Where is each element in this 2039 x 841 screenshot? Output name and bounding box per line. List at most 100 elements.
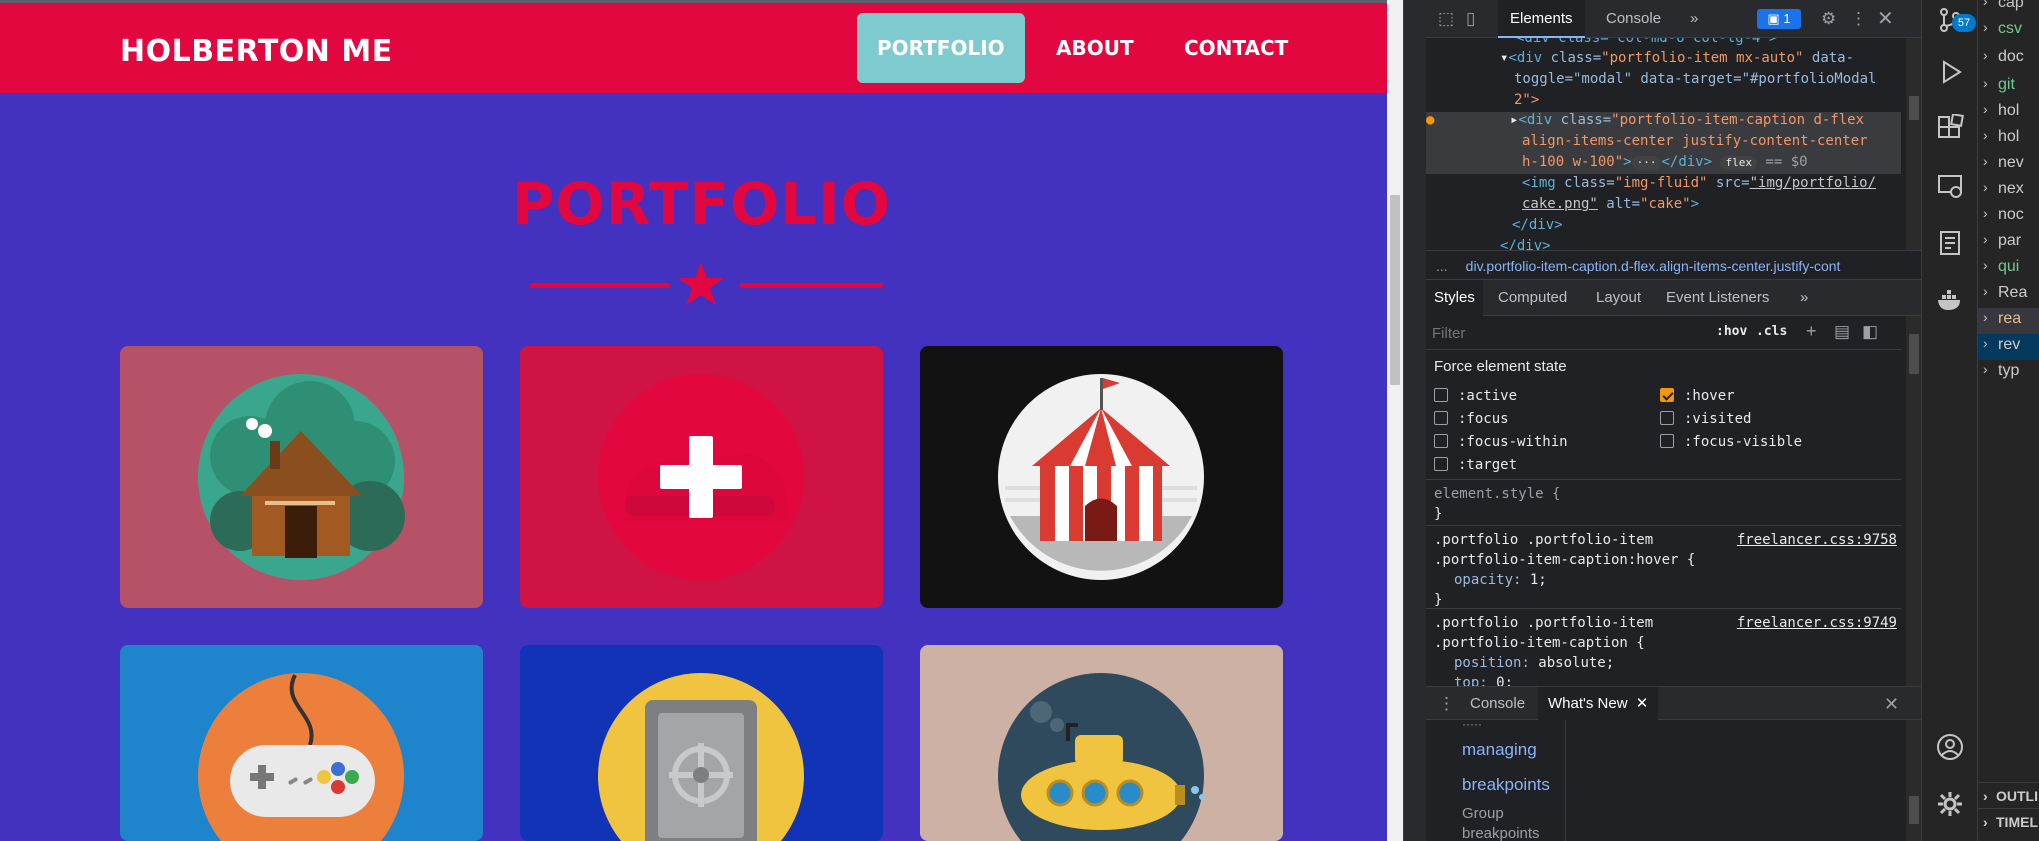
testing-icon[interactable] bbox=[1936, 228, 1964, 256]
chevron-right-icon[interactable]: › bbox=[1983, 283, 1988, 299]
explorer-item[interactable]: rev bbox=[1998, 336, 2020, 354]
whats-new-item[interactable]: breakpoints bbox=[1462, 824, 1540, 841]
cls-toggle[interactable]: .cls bbox=[1756, 324, 1787, 339]
css-declaration[interactable]: position: absolute; bbox=[1434, 653, 1893, 673]
chevron-right-icon[interactable]: › bbox=[1983, 309, 1988, 325]
issues-badge[interactable]: ▣ 1 bbox=[1757, 9, 1801, 29]
portfolio-card-game[interactable] bbox=[120, 645, 483, 841]
state-focus-checkbox[interactable]: :focus bbox=[1434, 410, 1509, 428]
add-rule-icon[interactable]: + bbox=[1806, 322, 1817, 340]
drawer-scrollbar-thumb[interactable] bbox=[1909, 796, 1919, 824]
code-line[interactable]: cake.png" alt="cake"> bbox=[1522, 194, 1699, 215]
explorer-item[interactable]: Rea bbox=[1998, 284, 2027, 302]
portfolio-card-circus[interactable] bbox=[920, 346, 1283, 608]
code-line[interactable]: ▸<div class="portfolio-item-caption d-fl… bbox=[1510, 110, 1864, 131]
explorer-item[interactable]: doc bbox=[1998, 48, 2024, 66]
flex-badge[interactable]: flex bbox=[1720, 156, 1757, 170]
state-focus-within-checkbox[interactable]: :focus-within bbox=[1434, 433, 1568, 451]
explorer-item[interactable]: noc bbox=[1998, 206, 2024, 224]
breadcrumb-overflow[interactable]: ... bbox=[1436, 258, 1448, 274]
toggle-sidebar-icon[interactable]: ◧ bbox=[1862, 323, 1878, 340]
whats-new-link[interactable]: breakpoints bbox=[1462, 775, 1550, 795]
portfolio-card-safe[interactable] bbox=[520, 645, 883, 841]
tab-computed[interactable]: Computed bbox=[1490, 280, 1575, 316]
close-drawer-icon[interactable]: ✕ bbox=[1884, 695, 1899, 713]
nav-about[interactable]: ABOUT bbox=[1036, 13, 1154, 83]
chevron-right-icon[interactable]: › bbox=[1983, 231, 1988, 247]
tab-event-listeners[interactable]: Event Listeners bbox=[1658, 280, 1777, 316]
tab-styles[interactable]: Styles bbox=[1426, 280, 1483, 316]
code-line[interactable]: toggle="modal" data-target="#portfolioMo… bbox=[1514, 69, 1876, 90]
code-line[interactable]: h-100 w-100"> ··· </div> flex == $0 bbox=[1522, 152, 1808, 173]
breadcrumb-item[interactable]: div.portfolio-item-caption.d-flex.align-… bbox=[1466, 258, 1841, 274]
extensions-icon[interactable] bbox=[1936, 114, 1964, 142]
chevron-right-icon[interactable]: › bbox=[1983, 75, 1988, 91]
explorer-item[interactable]: par bbox=[1998, 232, 2021, 250]
drawer-tab-whats-new[interactable]: What's New ✕ bbox=[1538, 687, 1659, 721]
close-tab-icon[interactable]: ✕ bbox=[1636, 695, 1649, 712]
drawer-tab-console[interactable]: Console bbox=[1460, 687, 1535, 721]
kebab-menu-icon[interactable]: ⋮ bbox=[1850, 10, 1867, 27]
src-link[interactable]: "img/portfolio/ bbox=[1750, 175, 1876, 191]
code-line[interactable]: <img class="img-fluid" src="img/portfoli… bbox=[1522, 173, 1876, 194]
chevron-right-icon[interactable]: › bbox=[1983, 179, 1988, 195]
code-line[interactable]: </div> bbox=[1500, 236, 1551, 250]
nav-contact[interactable]: CONTACT bbox=[1164, 13, 1308, 83]
remote-explorer-icon[interactable] bbox=[1936, 172, 1964, 200]
close-devtools-icon[interactable]: ✕ bbox=[1877, 9, 1894, 29]
explorer-item[interactable]: cap bbox=[1998, 0, 2024, 12]
src-link[interactable]: cake.png" bbox=[1522, 196, 1598, 212]
settings-gear-icon[interactable]: ⚙ bbox=[1821, 10, 1836, 27]
styles-scrollbar-thumb[interactable] bbox=[1909, 334, 1919, 374]
chevron-right-icon[interactable]: › bbox=[1983, 0, 1988, 9]
state-active-checkbox[interactable]: :active bbox=[1434, 387, 1517, 405]
state-hover-checkbox[interactable]: :hover bbox=[1660, 387, 1735, 405]
elements-scrollbar-thumb[interactable] bbox=[1909, 96, 1919, 120]
chevron-right-icon[interactable]: › bbox=[1983, 205, 1988, 221]
code-line[interactable]: </div> bbox=[1512, 215, 1563, 236]
code-line[interactable]: ● bbox=[1426, 110, 1434, 131]
manage-gear-icon[interactable] bbox=[1936, 790, 1964, 818]
more-subtabs-button[interactable]: » bbox=[1792, 280, 1816, 316]
hov-toggle[interactable]: :hov bbox=[1716, 324, 1747, 339]
portfolio-card-cake[interactable] bbox=[520, 346, 883, 608]
portfolio-card-cabin[interactable] bbox=[120, 346, 483, 608]
explorer-item[interactable]: nex bbox=[1998, 180, 2024, 198]
explorer-item[interactable]: typ bbox=[1998, 362, 2019, 380]
rule-source-link[interactable]: freelancer.css:9749 bbox=[1737, 613, 1897, 633]
state-focus-visible-checkbox[interactable]: :focus-visible bbox=[1660, 433, 1802, 451]
drawer-scrollbar[interactable] bbox=[1906, 720, 1921, 841]
code-line[interactable]: ▾<div class="portfolio-item mx-auto" dat… bbox=[1500, 48, 1854, 69]
css-rule-hover[interactable]: freelancer.css:9758 .portfolio .portfoli… bbox=[1426, 525, 1901, 608]
state-target-checkbox[interactable]: :target bbox=[1434, 456, 1517, 474]
explorer-item[interactable]: csv bbox=[1998, 20, 2022, 38]
styles-scrollbar[interactable] bbox=[1906, 316, 1921, 686]
explorer-item[interactable]: hol bbox=[1998, 128, 2019, 146]
explorer-item[interactable]: rea bbox=[1998, 310, 2021, 328]
explorer-item[interactable]: git bbox=[1998, 76, 2015, 94]
color-format-icon[interactable]: ▤ bbox=[1834, 323, 1850, 340]
brand-logo[interactable]: HOLBERTON ME bbox=[120, 34, 393, 69]
page-scrollbar[interactable] bbox=[1387, 0, 1403, 841]
whats-new-item[interactable]: Group bbox=[1462, 804, 1504, 824]
run-debug-icon[interactable] bbox=[1936, 58, 1964, 86]
device-toggle-icon[interactable]: ▯ bbox=[1466, 10, 1475, 27]
css-rule-caption[interactable]: freelancer.css:9749 .portfolio .portfoli… bbox=[1426, 608, 1901, 691]
ellipsis-pill[interactable]: ··· bbox=[1631, 156, 1662, 170]
element-style-rule[interactable]: element.style { } bbox=[1426, 479, 1901, 524]
chevron-right-icon[interactable]: › bbox=[1983, 47, 1988, 63]
chevron-right-icon[interactable]: › bbox=[1983, 127, 1988, 143]
outline-section[interactable]: › OUTLI bbox=[1978, 782, 2039, 808]
explorer-item[interactable]: nev bbox=[1998, 154, 2024, 172]
chevron-right-icon[interactable]: › bbox=[1983, 361, 1988, 377]
explorer-item[interactable]: qui bbox=[1998, 258, 2019, 276]
code-line[interactable]: align-items-center justify-content-cente… bbox=[1522, 131, 1868, 152]
elements-scrollbar[interactable] bbox=[1906, 38, 1921, 250]
inspect-element-icon[interactable]: ⬚ bbox=[1438, 10, 1454, 27]
chevron-right-icon[interactable]: › bbox=[1983, 335, 1988, 351]
chevron-right-icon[interactable]: › bbox=[1983, 19, 1988, 35]
chevron-right-icon[interactable]: › bbox=[1983, 101, 1988, 117]
tab-elements[interactable]: Elements bbox=[1498, 0, 1585, 38]
rule-source-link[interactable]: freelancer.css:9758 bbox=[1737, 530, 1897, 550]
whats-new-link[interactable]: managing bbox=[1462, 740, 1537, 760]
